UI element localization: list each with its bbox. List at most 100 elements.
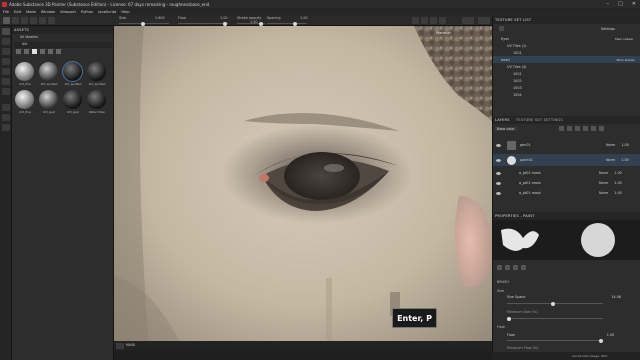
menu-file[interactable]: File: [3, 10, 9, 14]
layer-row[interactable]: a_pt01 mask Norm 1.00: [493, 169, 640, 177]
shader-settings-icon[interactable]: [499, 26, 504, 31]
brush-icon[interactable]: [497, 265, 502, 270]
stencil-icon[interactable]: [513, 265, 518, 270]
viewport-3d[interactable]: Material: [114, 26, 492, 351]
asset-thumbnail[interactable]: [15, 62, 34, 81]
layer-blend-mode[interactable]: Norm: [599, 181, 608, 185]
spacing-value[interactable]: 1.00: [300, 16, 308, 20]
layer-opacity[interactable]: 1.00: [621, 158, 629, 162]
min-size-slider[interactable]: [507, 316, 603, 321]
eraser-tool-icon[interactable]: [2, 38, 10, 45]
udim-tile[interactable]: 1003: [513, 86, 522, 90]
layer-blend-mode[interactable]: Norm: [606, 158, 615, 162]
backface-icon[interactable]: [39, 17, 46, 24]
layer-row[interactable]: a_pt01 mask Norm 1.00: [493, 189, 640, 197]
split-view-icon[interactable]: [478, 17, 490, 24]
close-button[interactable]: ✕: [632, 1, 636, 7]
properties-icon[interactable]: [2, 124, 10, 131]
menu-help[interactable]: Help: [121, 10, 129, 14]
settings-dropdown[interactable]: Settings: [601, 27, 615, 31]
tab-layers[interactable]: LAYERS: [495, 118, 510, 122]
maximize-button[interactable]: □: [618, 1, 623, 7]
asset-thumbnail[interactable]: [15, 90, 34, 109]
photoshop-icon[interactable]: [48, 17, 55, 24]
layer-opacity[interactable]: 1.00: [614, 191, 622, 195]
filter-brush-icon[interactable]: [40, 49, 45, 54]
asset-thumbnail[interactable]: [39, 90, 58, 109]
layer-opacity[interactable]: 1.00: [621, 143, 629, 147]
asset-search-input[interactable]: dirt: [14, 42, 112, 48]
visibility-eye-icon[interactable]: [496, 158, 501, 162]
add-folder-icon[interactable]: [590, 126, 596, 131]
asset-thumbnail[interactable]: [62, 61, 83, 82]
size-slider[interactable]: [119, 21, 169, 26]
visibility-eye-icon[interactable]: [496, 143, 501, 147]
flow-slider[interactable]: [178, 21, 228, 26]
brush-preset-icon[interactable]: [3, 17, 10, 24]
flow-value[interactable]: 1.00: [220, 16, 228, 20]
visibility-eye-icon[interactable]: [496, 191, 501, 195]
add-mask-icon[interactable]: [566, 126, 572, 131]
size-slider[interactable]: [507, 301, 603, 306]
symmetry-icon[interactable]: [12, 17, 19, 24]
layers-icon[interactable]: [2, 114, 10, 121]
layer-opacity[interactable]: 1.00: [614, 181, 622, 185]
add-effect-icon[interactable]: [558, 126, 564, 131]
smudge-tool-icon[interactable]: [2, 68, 10, 75]
alignment-icon[interactable]: [30, 17, 37, 24]
layer-opacity[interactable]: 1.00: [614, 171, 622, 175]
visibility-eye-icon[interactable]: [496, 171, 501, 175]
clone-tool-icon[interactable]: [2, 78, 10, 85]
assets-icon[interactable]: [2, 104, 10, 111]
delete-layer-icon[interactable]: [598, 126, 604, 131]
tab-texture-set-settings[interactable]: TEXTURE SET SETTINGS: [516, 118, 563, 122]
size-value[interactable]: 14.08: [611, 295, 621, 299]
udim-tile[interactable]: 1004: [513, 93, 522, 97]
layer-name[interactable]: a_pt01 mask: [519, 181, 569, 185]
add-fill-icon[interactable]: [574, 126, 580, 131]
layer-row[interactable]: paint01 Norm 1.00: [493, 154, 640, 166]
texture-set-head[interactable]: head Main shader: [493, 56, 640, 63]
layer-blend-mode[interactable]: Norm: [599, 191, 608, 195]
spacing-slider[interactable]: [267, 21, 307, 26]
layer-name[interactable]: a_pt01 mask: [519, 191, 569, 195]
filter-all-icon[interactable]: [16, 49, 21, 54]
asset-thumbnail[interactable]: [87, 90, 106, 109]
asset-thumbnail[interactable]: [39, 62, 58, 81]
filter-texture-icon[interactable]: [56, 49, 61, 54]
alpha-icon[interactable]: [505, 265, 510, 270]
screenshot-icon[interactable]: [439, 17, 446, 24]
color-picker-icon[interactable]: [2, 88, 10, 95]
size-value[interactable]: 1.600: [155, 16, 165, 20]
layer-name[interactable]: a_pt01 mask: [519, 171, 569, 175]
viewport-mode-icon[interactable]: [462, 17, 474, 24]
menu-window[interactable]: Window: [41, 10, 55, 14]
paint-tool-icon[interactable]: [2, 28, 10, 35]
filter-mask-icon[interactable]: [48, 49, 53, 54]
asset-thumbnail[interactable]: [87, 62, 106, 81]
menu-javascript[interactable]: JavaScript: [98, 10, 116, 14]
layer-name[interactable]: gen01: [520, 143, 570, 147]
texture-set-eyes[interactable]: Eyes Main shader: [493, 35, 640, 42]
filter-material-icon[interactable]: [32, 49, 37, 54]
asset-thumbnail[interactable]: [63, 90, 82, 109]
filter-smart-material-icon[interactable]: [24, 49, 29, 54]
stroke-opacity-slider[interactable]: [237, 21, 265, 26]
render-icon[interactable]: [430, 17, 437, 24]
display-settings-icon[interactable]: [421, 17, 428, 24]
layer-row[interactable]: a_pt01 mask Norm 1.00: [493, 179, 640, 187]
assets-toggle-icon[interactable]: [116, 343, 124, 349]
menu-mode[interactable]: Mode: [26, 10, 36, 14]
flow-slider[interactable]: [507, 338, 603, 343]
udim-tile[interactable]: 1001: [513, 51, 522, 55]
layer-name[interactable]: paint01: [520, 158, 570, 162]
projection-tool-icon[interactable]: [2, 48, 10, 55]
polygon-fill-icon[interactable]: [2, 58, 10, 65]
layer-blend-mode[interactable]: Norm: [606, 143, 615, 147]
menu-edit[interactable]: Edit: [14, 10, 21, 14]
layer-row[interactable]: gen01 Norm 1.00: [493, 139, 640, 151]
add-paint-layer-icon[interactable]: [582, 126, 588, 131]
material-icon[interactable]: [521, 265, 526, 270]
menu-viewport[interactable]: Viewport: [60, 10, 76, 14]
udim-tile[interactable]: 1002: [513, 79, 522, 83]
